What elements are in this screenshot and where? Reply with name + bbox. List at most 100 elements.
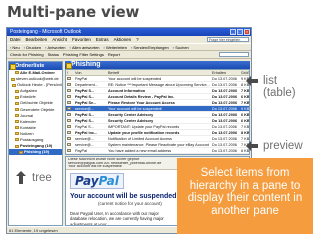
row-from: service@... xyxy=(75,143,95,147)
folder-icon xyxy=(15,89,19,93)
folder-tree-pane: Ordnerliste Alle E-Mail-Ordner steven.out… xyxy=(8,61,63,226)
menu-item[interactable]: Extras xyxy=(96,36,109,43)
row-received: Do 13.07.2006 xyxy=(212,143,237,147)
envelope-icon xyxy=(66,142,74,147)
row-received: Do 13.07.2006 xyxy=(212,113,238,117)
column-header[interactable]: Erhalten xyxy=(211,70,240,75)
folder-icon xyxy=(15,144,19,148)
toolbar-button[interactable]: Status xyxy=(48,51,59,58)
menu-item[interactable]: Bearbeiten xyxy=(26,36,48,43)
row-received: Do 13.07.2006 xyxy=(212,89,238,93)
toolbar-search-input[interactable] xyxy=(219,52,249,57)
folder-tree-header: Ordnerliste xyxy=(9,62,62,70)
folder-icon xyxy=(15,95,19,99)
tree-item-label: Outlook Heute - [Persönliche Ordner] xyxy=(17,82,62,88)
close-button[interactable]: × xyxy=(244,29,250,35)
folder-icon xyxy=(11,77,15,81)
envelope-icon xyxy=(66,118,74,123)
row-from: PayPal S... xyxy=(75,95,95,99)
row-subject: Your account will be suspended! xyxy=(108,107,163,111)
toolbar-button[interactable]: Phishing Filter Settings xyxy=(63,51,104,58)
row-subject: IMPORTANT: Update your PayPal records xyxy=(108,125,180,129)
left-arrow-icon xyxy=(246,75,259,86)
page-title: Multi-pane view xyxy=(7,3,140,21)
preview-body-text: Dear Paypal User, In accordance with our… xyxy=(70,211,164,226)
table-row[interactable]: PayPal You have added a new email address… xyxy=(66,148,249,154)
envelope-icon xyxy=(66,130,74,135)
maximize-button[interactable]: □ xyxy=(237,29,243,35)
row-subject: Security Center Advisory xyxy=(108,119,154,123)
tree-item-label: Gelöschte Objekte xyxy=(20,100,53,106)
row-from: service@... xyxy=(75,137,95,141)
toolbar-button[interactable]: Antworten xyxy=(45,44,66,50)
tree-item[interactable]: Phishing (19) xyxy=(9,149,62,156)
menu-item[interactable]: Datei xyxy=(10,36,21,43)
row-from: PayPal S... xyxy=(75,89,95,93)
column-header[interactable]: Von xyxy=(74,70,107,75)
toolbar-button[interactable]: Report xyxy=(108,51,120,58)
row-subject: Account Information xyxy=(108,89,146,93)
row-from: PayPal Se... xyxy=(75,101,97,105)
tree-item-label: Gesendete Objekte xyxy=(20,106,55,112)
row-received: Do 13.07.2006 xyxy=(212,125,237,129)
row-size: 6 KB xyxy=(241,113,249,117)
preview-callout-text: preview xyxy=(263,140,303,152)
row-from: PayPal S... xyxy=(75,125,94,129)
row-received: Do 13.07.2006 xyxy=(212,83,237,87)
menu-item[interactable]: ? xyxy=(136,36,139,43)
row-subject: You have added a new email address xyxy=(108,149,172,153)
folder-icon xyxy=(15,108,19,111)
column-header[interactable]: Betreff xyxy=(107,70,211,75)
window-title: Posteingang - Microsoft Outlook xyxy=(10,29,82,35)
tree-item-label: Kontakte xyxy=(20,124,36,130)
list-callout: list (table) xyxy=(246,75,296,99)
menu-item[interactable]: Favoriten xyxy=(72,36,91,43)
row-size: 7 KB xyxy=(241,101,249,105)
menu-item[interactable]: Ansicht xyxy=(52,36,67,43)
toolbar-button[interactable]: Allen antworten xyxy=(70,44,100,50)
menu-item[interactable]: Aktionen xyxy=(114,36,132,43)
help-search-input[interactable]: Frage hier eingeben xyxy=(207,37,249,42)
tree-item-label: Postausgang xyxy=(20,137,44,143)
tree-item-label: Phishing (19) xyxy=(24,149,50,155)
toolbar-button[interactable]: Neu xyxy=(10,44,19,50)
row-received: Do 13.07.2006 xyxy=(212,131,238,135)
toolbar-button[interactable]: Weiterleiten xyxy=(104,44,127,50)
row-from: Department... xyxy=(75,83,99,87)
row-from: PayPal xyxy=(75,149,88,153)
row-received: Do 13.07.2006 xyxy=(212,95,238,99)
column-header[interactable]: ! xyxy=(66,70,74,75)
message-list-pane: !VonBetreffErhaltenGröße PayPalYour acco… xyxy=(65,69,250,155)
list-pane-header: Phishing xyxy=(65,61,250,69)
list-callout-text: list (table) xyxy=(263,75,296,99)
envelope-icon xyxy=(66,94,74,99)
toolbar-button[interactable]: Suchen xyxy=(173,44,189,50)
folder-icon xyxy=(19,150,23,154)
up-arrow-icon xyxy=(16,171,26,185)
tree-item-label: Entwürfe xyxy=(20,94,36,100)
folder-icon xyxy=(15,132,19,136)
envelope-icon xyxy=(66,148,74,153)
row-received: Do 13.07.2006 xyxy=(212,107,237,111)
folder-icon xyxy=(15,71,19,75)
tree-callout: tree xyxy=(16,171,52,185)
row-subject: Update your profile notification records xyxy=(108,131,180,135)
toolbar-button[interactable]: Senden/Empfangen xyxy=(131,44,168,50)
window-controls: _ □ × xyxy=(230,29,251,35)
row-size: 6 KB xyxy=(241,119,249,123)
explanation-callout: Select items from hierarchy in a pane to… xyxy=(177,158,313,234)
standard-toolbar: Neu Drucken Antworten Allen antworten Weiter… xyxy=(7,43,251,51)
tree-item-label: Notizen xyxy=(20,130,34,136)
paypal-logo: PayPal xyxy=(70,173,124,189)
toolbar-button[interactable]: Check for Phishing xyxy=(10,51,44,58)
folder-icon xyxy=(15,114,19,118)
toolbar-button[interactable]: Drucken xyxy=(24,44,41,50)
row-size: 7 KB xyxy=(241,125,249,129)
tree-item-label: Aufgaben xyxy=(20,88,38,94)
row-from: service@... xyxy=(75,107,95,111)
message-list: PayPal Your account will be suspended Do 1… xyxy=(66,76,249,154)
row-from: PayPal Inc... xyxy=(75,131,98,135)
minimize-button[interactable]: _ xyxy=(230,29,236,35)
tree-callout-text: tree xyxy=(32,172,52,184)
row-subject: Your account will be suspended xyxy=(108,77,162,81)
